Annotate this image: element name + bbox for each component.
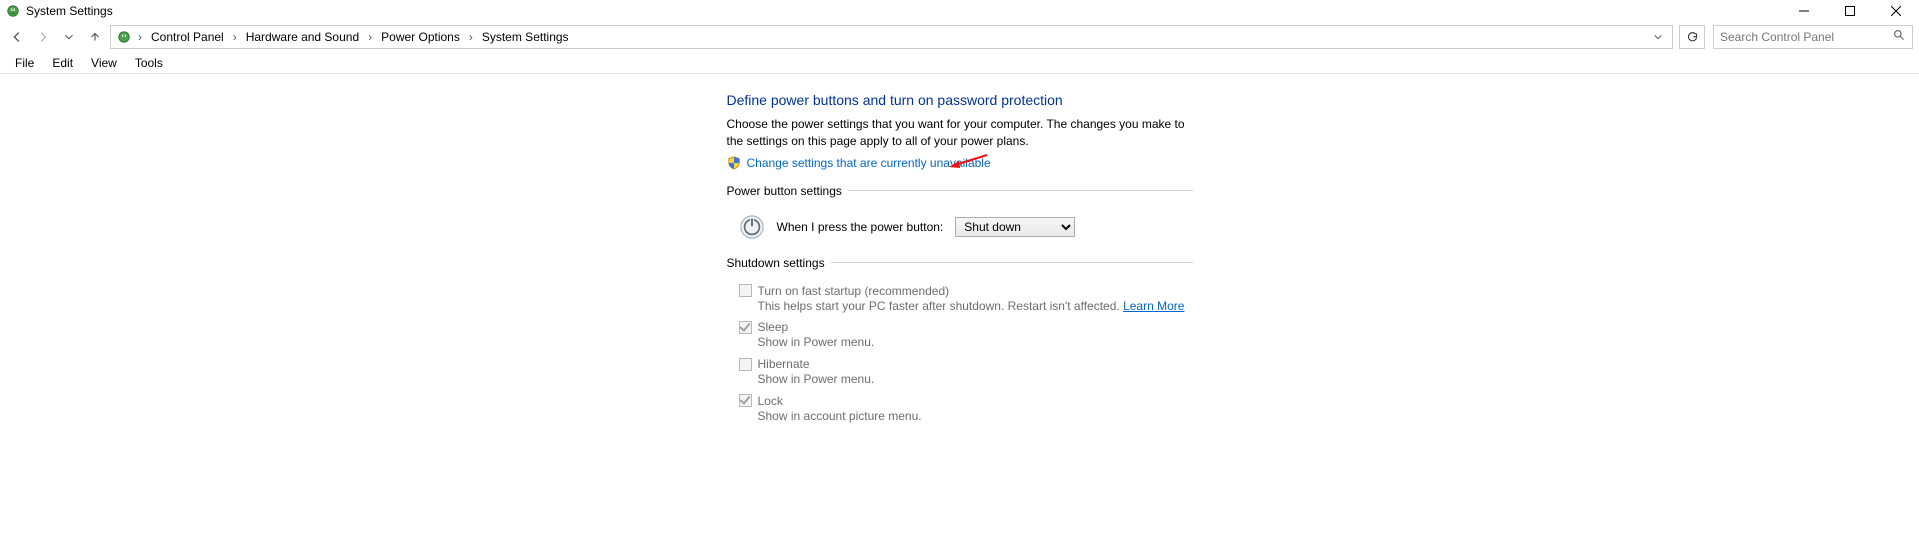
- page-description: Choose the power settings that you want …: [727, 116, 1193, 150]
- recent-dropdown[interactable]: [58, 26, 80, 48]
- chevron-right-icon[interactable]: ›: [365, 30, 375, 44]
- power-icon: [739, 214, 765, 240]
- content-area: Define power buttons and turn on passwor…: [0, 74, 1919, 431]
- titlebar: System Settings: [0, 0, 1919, 22]
- checkbox-label: Hibernate: [758, 357, 810, 371]
- shutdown-item-lock: Lock Show in account picture menu.: [739, 394, 1193, 425]
- checkbox-fast-startup[interactable]: [739, 284, 752, 297]
- minimize-button[interactable]: [1781, 0, 1827, 22]
- window-title: System Settings: [26, 4, 113, 18]
- item-description: Show in Power menu.: [739, 334, 1193, 351]
- breadcrumb-item[interactable]: System Settings: [476, 27, 575, 47]
- shutdown-item-fast-startup: Turn on fast startup (recommended) This …: [739, 284, 1193, 315]
- menu-tools[interactable]: Tools: [126, 53, 172, 73]
- breadcrumb-item[interactable]: Control Panel: [145, 27, 230, 47]
- menu-bar: File Edit View Tools: [0, 52, 1919, 74]
- power-options-icon: [117, 30, 131, 44]
- power-options-icon: [6, 4, 20, 18]
- refresh-button[interactable]: [1679, 25, 1705, 49]
- item-description: This helps start your PC faster after sh…: [739, 298, 1193, 315]
- breadcrumb-item[interactable]: Hardware and Sound: [240, 27, 365, 47]
- page-heading: Define power buttons and turn on passwor…: [727, 92, 1193, 108]
- power-button-select[interactable]: Shut down: [955, 217, 1075, 237]
- group-power-button: Power button settings: [727, 184, 1193, 198]
- search-box[interactable]: [1713, 25, 1913, 49]
- search-input[interactable]: [1720, 30, 1880, 44]
- shield-icon: [727, 156, 741, 170]
- breadcrumb-item[interactable]: Power Options: [375, 27, 466, 47]
- checkbox-lock[interactable]: [739, 394, 752, 407]
- search-icon: [1893, 29, 1906, 45]
- item-description: Show in Power menu.: [739, 371, 1193, 388]
- item-description: Show in account picture menu.: [739, 408, 1193, 425]
- checkbox-label: Turn on fast startup (recommended): [758, 284, 950, 298]
- checkbox-label: Sleep: [758, 320, 789, 334]
- checkbox-hibernate[interactable]: [739, 358, 752, 371]
- checkbox-sleep[interactable]: [739, 321, 752, 334]
- back-button[interactable]: [6, 26, 28, 48]
- forward-button[interactable]: [32, 26, 54, 48]
- shutdown-item-sleep: Sleep Show in Power menu.: [739, 320, 1193, 351]
- menu-edit[interactable]: Edit: [43, 53, 82, 73]
- checkbox-label: Lock: [758, 394, 783, 408]
- address-row: › Control Panel› Hardware and Sound› Pow…: [0, 22, 1919, 52]
- shutdown-item-hibernate: Hibernate Show in Power menu.: [739, 357, 1193, 388]
- chevron-right-icon[interactable]: ›: [135, 30, 145, 44]
- address-dropdown[interactable]: [1648, 26, 1668, 48]
- group-label: Shutdown settings: [727, 256, 831, 270]
- change-settings-link[interactable]: Change settings that are currently unava…: [747, 156, 991, 170]
- chevron-right-icon[interactable]: ›: [466, 30, 476, 44]
- maximize-button[interactable]: [1827, 0, 1873, 22]
- close-button[interactable]: [1873, 0, 1919, 22]
- address-box[interactable]: › Control Panel› Hardware and Sound› Pow…: [110, 25, 1673, 49]
- power-button-label: When I press the power button:: [777, 220, 944, 234]
- window-controls: [1781, 0, 1919, 22]
- group-label: Power button settings: [727, 184, 848, 198]
- group-shutdown: Shutdown settings: [727, 256, 1193, 270]
- chevron-right-icon[interactable]: ›: [230, 30, 240, 44]
- menu-file[interactable]: File: [6, 53, 43, 73]
- up-button[interactable]: [84, 26, 106, 48]
- menu-view[interactable]: View: [82, 53, 126, 73]
- learn-more-link[interactable]: Learn More: [1123, 299, 1184, 313]
